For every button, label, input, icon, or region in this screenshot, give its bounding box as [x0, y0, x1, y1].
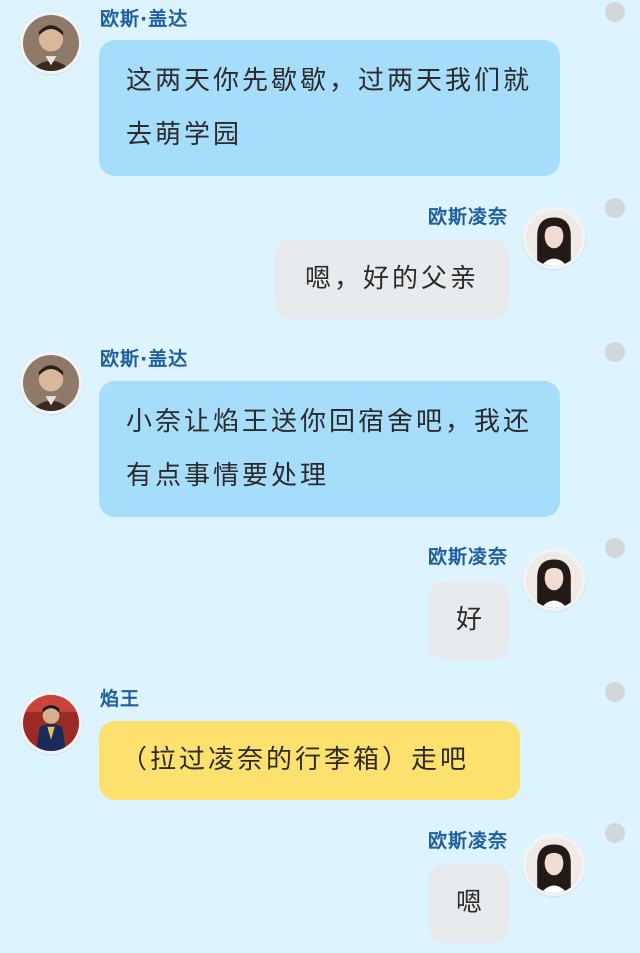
binder-hole-icon: [605, 682, 625, 702]
message-bubble[interactable]: 这两天你先歇歇，过两天我们就去萌学园: [99, 40, 560, 176]
girl-avatar-icon[interactable]: [523, 834, 585, 896]
binder-hole-icon: [605, 2, 625, 22]
binder-hole-icon: [605, 823, 625, 843]
message-sender-name: 欧斯·盖达: [100, 348, 189, 370]
girl-avatar-icon[interactable]: [523, 207, 585, 269]
message-bubble[interactable]: （拉过凌奈的行李箱）走吧: [99, 721, 520, 800]
binder-hole-icon: [605, 198, 625, 218]
message-bubble[interactable]: 好: [428, 581, 510, 660]
binder-hole-icon: [605, 342, 625, 362]
yanwang-avatar-icon[interactable]: [20, 692, 82, 754]
girl-avatar-icon[interactable]: [523, 549, 585, 611]
message-sender-name: 欧斯凌奈: [427, 830, 508, 852]
message-bubble[interactable]: 嗯，好的父亲: [274, 240, 510, 319]
message-sender-name: 焰王: [100, 688, 141, 710]
message-bubble[interactable]: 小奈让焰王送你回宿舍吧，我还有点事情要处理: [99, 381, 560, 517]
father-avatar-icon[interactable]: [20, 12, 82, 74]
message-sender-name: 欧斯凌奈: [427, 206, 508, 228]
message-sender-name: 欧斯·盖达: [100, 8, 189, 30]
binder-hole-icon: [605, 538, 625, 558]
father-avatar-icon[interactable]: [20, 352, 82, 414]
binder-holes: [600, 0, 640, 953]
message-bubble[interactable]: 嗯: [428, 864, 510, 943]
message-sender-name: 欧斯凌奈: [427, 546, 508, 568]
